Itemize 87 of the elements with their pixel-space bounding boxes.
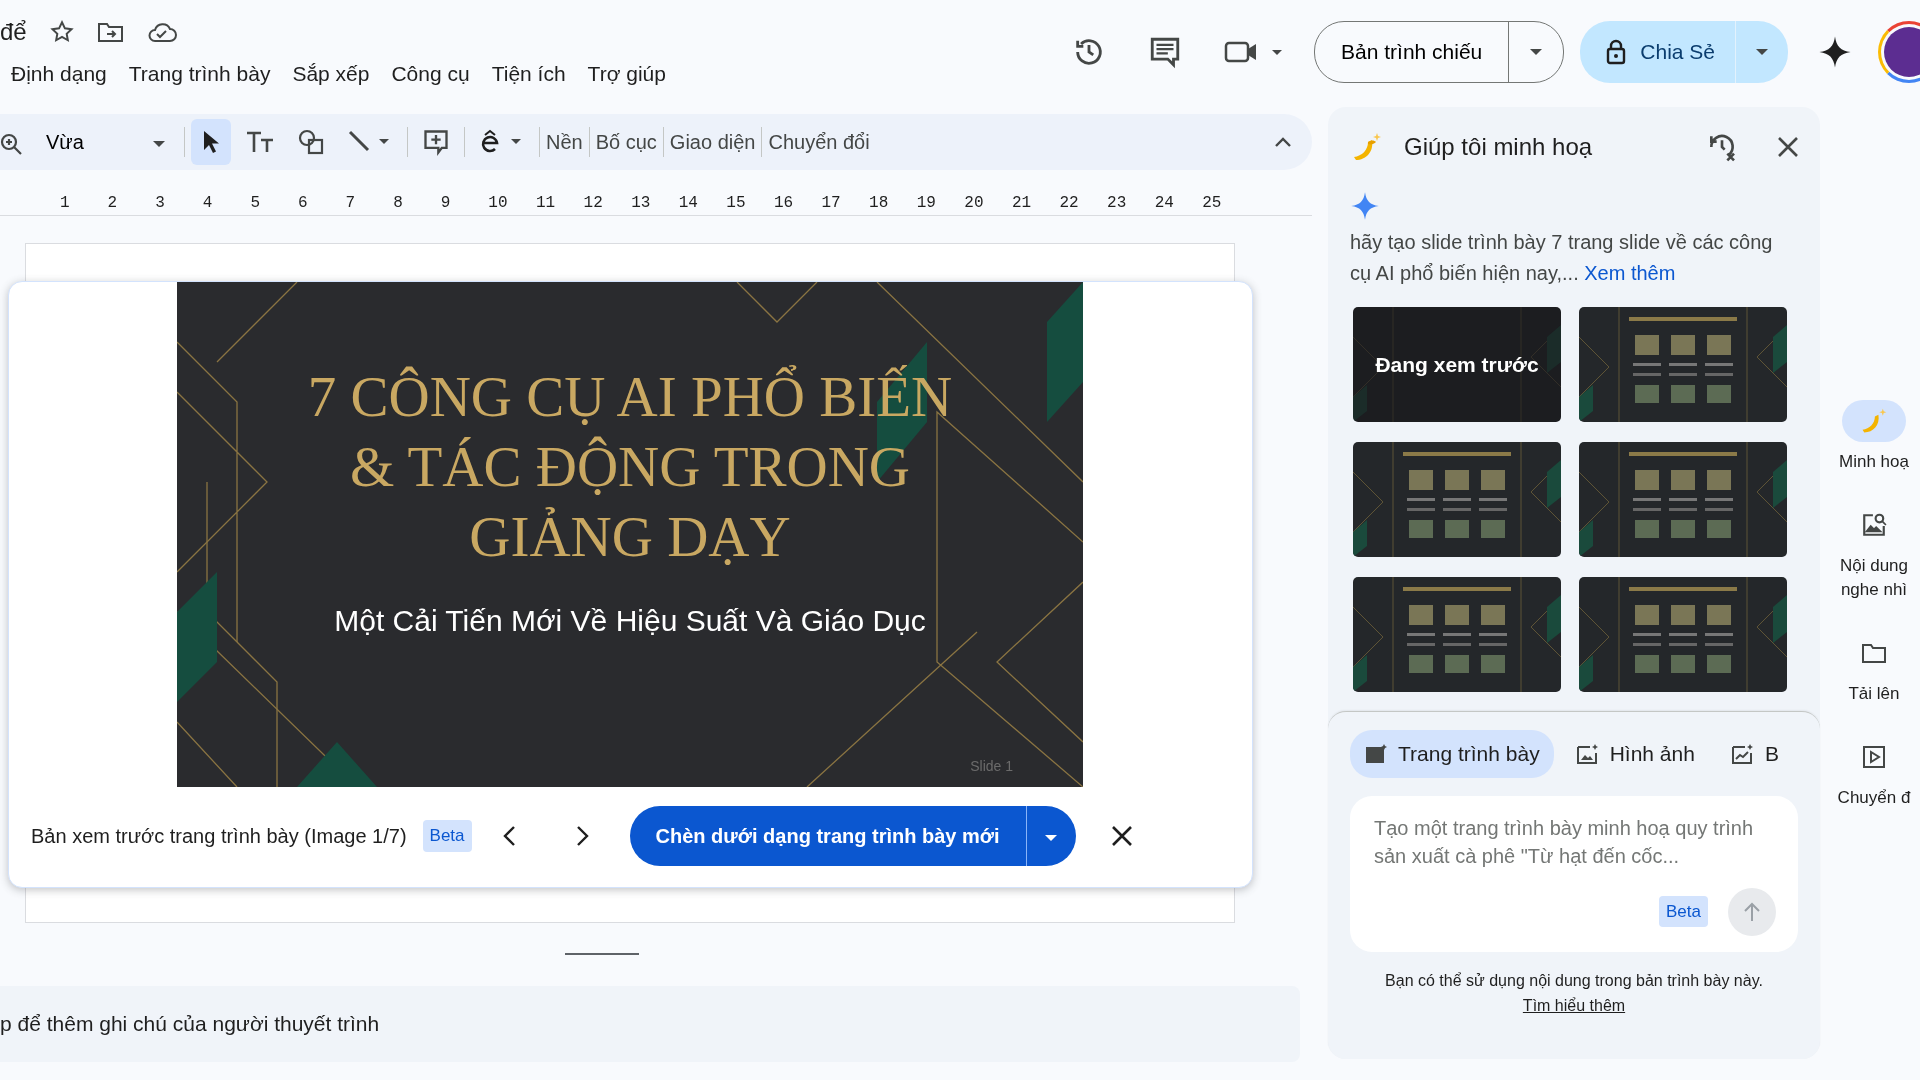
close-icon[interactable] [1109,824,1134,848]
menu-item[interactable]: Trợ giúp [576,58,677,90]
insert-dropdown-button[interactable] [1025,806,1076,866]
caret-icon [1755,48,1769,56]
image-sparkle-icon [1575,742,1600,765]
side-tab[interactable]: Tải lên [1828,632,1920,706]
ruler-number: 22 [1059,193,1080,214]
panel-tab[interactable]: Trang trình bày [1350,730,1554,778]
slide-thumbnail[interactable] [1579,307,1787,422]
ruler-number: 6 [297,193,309,214]
slide-number: Slide 1 [970,757,1013,776]
slide-subtitle: Một Cải Tiến Mới Về Hiệu Suất Và Giáo Dục [333,603,927,639]
toolbar-button[interactable]: Chuyển đổi [768,127,870,157]
menu-item[interactable]: Công cụ [380,58,481,90]
learn-more-link[interactable]: Tìm hiểu thêm [1522,996,1626,1014]
slide-thumbnail[interactable] [1579,577,1787,692]
insert-button[interactable]: Chèn dưới dạng trang trình bày mới [629,806,1026,866]
ruler-number: 4 [202,193,214,214]
ruler-number: 23 [1107,193,1128,214]
slide-thumbnail[interactable] [1579,442,1787,557]
ruler-number: 11 [535,193,557,214]
document-title[interactable]: để [0,14,27,51]
chart-sparkle-icon [1730,742,1755,765]
cloud-icon[interactable] [146,21,177,44]
next-icon[interactable] [575,825,590,847]
ruler-number: 12 [583,193,604,214]
beta-badge: Beta [1659,895,1708,928]
ruler-number: 10 [488,193,509,214]
menu-item[interactable]: Sắp xếp [281,58,381,90]
pointer-icon[interactable] [191,119,231,165]
menu-item[interactable]: Định dạng [0,58,118,90]
side-tab[interactable]: Chuyển đ [1828,736,1920,810]
speaker-notes-field[interactable]: p để thêm ghi chú của người thuyết trình [0,986,1300,1062]
move-folder-icon[interactable] [96,20,125,45]
caret-icon [152,139,166,148]
panel-tab[interactable]: Hình ảnh [1561,730,1709,778]
ruler-number: 2 [107,193,119,214]
side-tab[interactable]: Nội dung nghe nhì [1828,504,1920,602]
toolbar-button[interactable]: Giao diện [669,127,756,157]
sparkle-icon [1350,191,1380,221]
preview-status-text: Đang xem trước [1375,351,1539,378]
slide-title: 7 CÔNG CỤ AI PHỔ BIẾN & TÁC ĐỘNG TRONG GIẢNG DẠY [306,364,954,570]
prompt-input-box[interactable]: Tạo một trang trình bày minh hoạ quy trình sản xuất cà phê "Từ hạt đến cốc... Beta [1350,795,1798,952]
ruler-number: 8 [393,193,404,214]
sparkle-icon[interactable] [1818,35,1852,69]
resize-handle[interactable] [565,953,639,955]
see-more-link[interactable]: Xem thêm [1584,262,1676,284]
disclaimer-text: Bạn có thể sử dụng nội dung trong bản trình bày này. Tìm hiểu thêm [1384,970,1764,1016]
menu-item[interactable]: Tiện ích [480,58,577,90]
arrow-up-icon [1743,901,1761,922]
ruler-number: 18 [869,193,890,214]
toolbar-button[interactable]: Bố cục [595,127,657,157]
toolbar-button[interactable]: Nền [546,127,583,157]
close-icon[interactable] [1776,135,1800,159]
banana-icon [1842,400,1906,442]
menu-item[interactable]: Trang trình bày [117,58,282,90]
panel-tab[interactable]: B [1716,730,1793,778]
preview-label: Bản xem trước trang trình bày (Image 1/7) [31,824,407,849]
ruler-number: 16 [773,193,795,214]
collapse-icon[interactable] [1274,136,1292,148]
ruler-number: 21 [1011,193,1033,214]
caret-icon [1529,48,1544,56]
caret-icon [1044,833,1059,842]
prompt-text: hãy tạo slide trình bày 7 trang slide về các công cụ AI phổ biến hiện nay,... Xem thêm [1349,230,1774,286]
ruler-number: 19 [916,193,937,214]
lock-icon [1606,39,1627,65]
slide-thumbnail[interactable] [1353,442,1561,557]
ruler-number: 17 [821,193,842,214]
comments-icon[interactable] [1148,35,1182,69]
side-tab[interactable]: Minh hoạ [1828,400,1920,474]
ruler-number: 5 [250,193,261,214]
ruler-number: 1 [60,193,71,214]
slide-thumbnail[interactable] [1353,577,1561,692]
panel-title: Giúp tôi minh hoạ [1404,132,1594,162]
ruler-number: 3 [155,193,166,214]
ruler-number: 20 [964,193,985,214]
zoom-dropdown[interactable]: Vừa [28,127,178,157]
ruler-number: 15 [726,193,747,214]
slides-sparkle-icon [1364,742,1388,765]
beta-badge: Beta [422,820,472,852]
previous-icon[interactable] [501,825,516,847]
ruler-number: 14 [678,193,699,214]
ruler-number: 25 [1202,193,1223,214]
ruler-number: 24 [1154,193,1175,214]
ruler-number: 7 [345,193,357,214]
ruler-number: 13 [631,193,652,214]
ruler-number: 9 [440,193,452,214]
